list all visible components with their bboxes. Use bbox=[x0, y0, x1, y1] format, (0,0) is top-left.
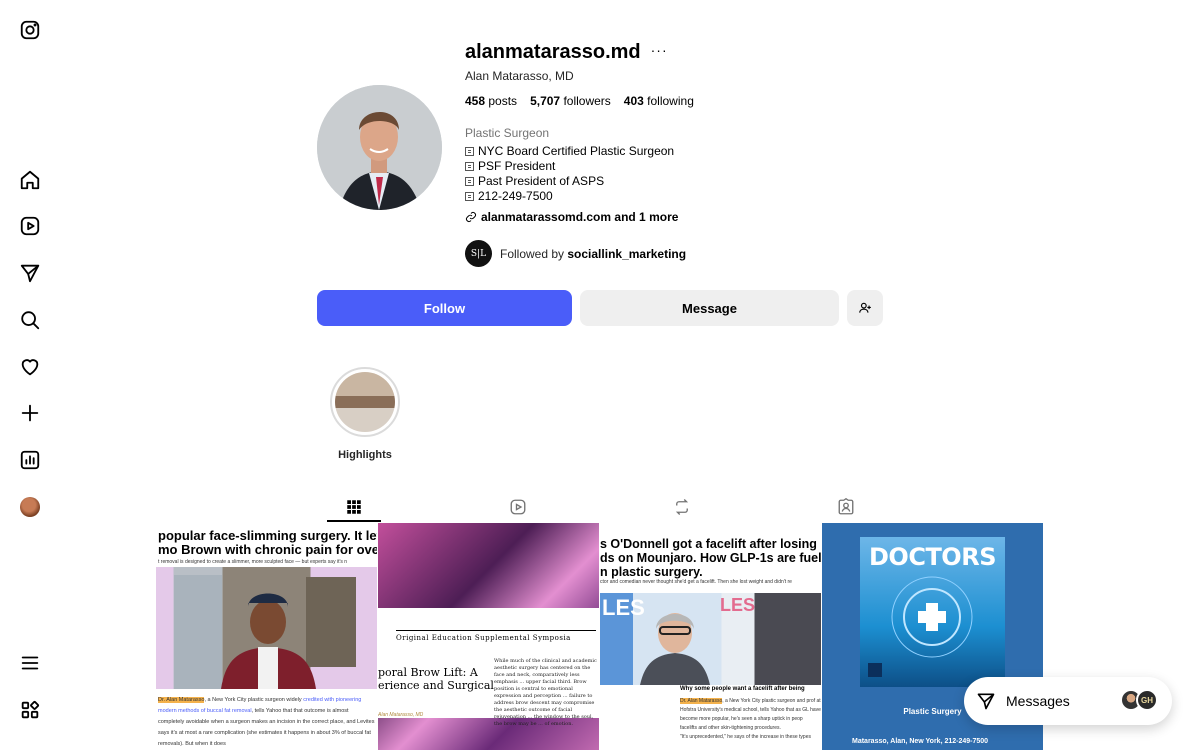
messages-button[interactable]: Messages GH bbox=[964, 677, 1172, 725]
post-body-text: Dr. Alan Matarasso, a New York City plas… bbox=[158, 697, 375, 747]
note-icon bbox=[465, 162, 474, 171]
post-kicker: t removal is designed to create a slimme… bbox=[158, 559, 348, 565]
article-author: Alan Matarasso, MD bbox=[378, 712, 424, 718]
highlight-ring bbox=[330, 367, 400, 437]
post-body-text: Dr. Alan Matarasso, a New York City plas… bbox=[680, 698, 821, 740]
post-photo bbox=[156, 567, 377, 689]
message-avatars: GH bbox=[1120, 689, 1158, 711]
journal-page: Original Education Supplemental Symposia… bbox=[378, 608, 599, 727]
followed-by-text: Followed by sociallink_marketing bbox=[500, 246, 687, 261]
following-count[interactable]: 403 following bbox=[624, 94, 694, 108]
posts-grid-icon bbox=[347, 500, 361, 514]
svg-text:LES: LES bbox=[602, 595, 645, 620]
highlight-cover bbox=[335, 372, 395, 432]
follow-button[interactable]: Follow bbox=[317, 290, 572, 326]
highlight-label: Highlights bbox=[338, 449, 392, 461]
reels-icon[interactable] bbox=[18, 214, 42, 238]
link-icon bbox=[466, 212, 476, 222]
bio-line: PSF President bbox=[465, 159, 674, 174]
direct-send-icon[interactable] bbox=[18, 261, 42, 285]
posts-count: 458 posts bbox=[465, 94, 518, 108]
tab-posts[interactable] bbox=[329, 492, 379, 522]
avatar: GH bbox=[1136, 689, 1158, 711]
username: alanmatarasso.md bbox=[465, 41, 641, 63]
journal-section-title: Original Education Supplemental Symposia bbox=[396, 630, 596, 642]
followed-by[interactable]: S|L Followed by sociallink_marketing bbox=[465, 240, 686, 267]
follower-avatar: S|L bbox=[465, 240, 492, 267]
menu-icon[interactable] bbox=[18, 651, 42, 675]
story-highlight[interactable]: Highlights bbox=[330, 367, 400, 461]
post-headline: s O'Donnell got a facelift after losing d… bbox=[600, 537, 821, 579]
message-button[interactable]: Message bbox=[580, 290, 839, 326]
article-column: While much of the clinical and academic … bbox=[494, 658, 597, 727]
post-tile[interactable]: Original Education Supplemental Symposia… bbox=[378, 523, 599, 750]
note-icon bbox=[465, 192, 474, 201]
more-options-icon[interactable]: ··· bbox=[651, 43, 668, 57]
full-name: Alan Matarasso, MD bbox=[465, 69, 574, 83]
tab-reels[interactable] bbox=[493, 492, 543, 522]
profile-stats: 458 posts 5,707 followers 403 following bbox=[465, 94, 694, 108]
tab-reposts[interactable] bbox=[657, 492, 707, 522]
bio-line: Past President of ASPS bbox=[465, 174, 674, 189]
profile-avatar[interactable] bbox=[18, 495, 42, 519]
post-photo: LES LES bbox=[600, 593, 821, 685]
tagged-icon bbox=[838, 498, 854, 515]
avatar bbox=[20, 497, 40, 517]
suggested-users-button[interactable] bbox=[847, 290, 883, 326]
heart-icon[interactable] bbox=[18, 355, 42, 379]
post-tile[interactable]: s O'Donnell got a facelift after losing d… bbox=[600, 523, 821, 750]
magazine-listing: Matarasso, Alan, New York, 212-249-7500 bbox=[852, 738, 989, 745]
note-icon bbox=[465, 147, 474, 156]
bio-line: 212-249-7500 bbox=[465, 189, 674, 204]
svg-text:LES: LES bbox=[720, 595, 755, 615]
more-apps-icon[interactable] bbox=[18, 698, 42, 722]
post-tile[interactable]: popular face-slimming surgery. It left mo… bbox=[156, 523, 377, 750]
external-link[interactable]: alanmatarassomd.com and 1 more bbox=[465, 210, 678, 224]
direct-send-icon bbox=[977, 693, 995, 710]
post-kicker: ctor and comedian never thought she'd ge… bbox=[600, 579, 792, 585]
home-icon[interactable] bbox=[18, 168, 42, 192]
posts-grid: popular face-slimming surgery. It left mo… bbox=[156, 523, 1044, 750]
messages-label: Messages bbox=[1006, 693, 1070, 709]
dashboard-icon[interactable] bbox=[18, 448, 42, 472]
add-user-icon bbox=[859, 302, 871, 313]
reposts-icon bbox=[675, 499, 689, 515]
bio-line: NYC Board Certified Plastic Surgeon bbox=[465, 144, 674, 159]
instagram-logo-icon[interactable] bbox=[18, 18, 42, 42]
post-headline: popular face-slimming surgery. It left mo… bbox=[158, 528, 377, 557]
left-sidebar bbox=[0, 0, 60, 750]
create-plus-icon[interactable] bbox=[18, 401, 42, 425]
note-icon bbox=[465, 177, 474, 186]
reels-icon bbox=[510, 499, 526, 515]
article-title: poral Brow Lift: Aerience and Surgical bbox=[378, 666, 494, 692]
active-tab-indicator bbox=[327, 520, 381, 522]
followers-count[interactable]: 5,707 followers bbox=[530, 94, 611, 108]
search-icon[interactable] bbox=[18, 308, 42, 332]
profile-bio: NYC Board Certified Plastic Surgeon PSF … bbox=[465, 144, 674, 204]
post-caption: Why some people want a facelift after be… bbox=[680, 685, 821, 694]
profile-picture[interactable] bbox=[317, 85, 442, 210]
profile-category: Plastic Surgeon bbox=[465, 126, 550, 140]
tab-tagged[interactable] bbox=[821, 492, 871, 522]
username-row: alanmatarasso.md ··· bbox=[465, 41, 668, 64]
magazine-cover: DOCTORS bbox=[860, 537, 1005, 687]
